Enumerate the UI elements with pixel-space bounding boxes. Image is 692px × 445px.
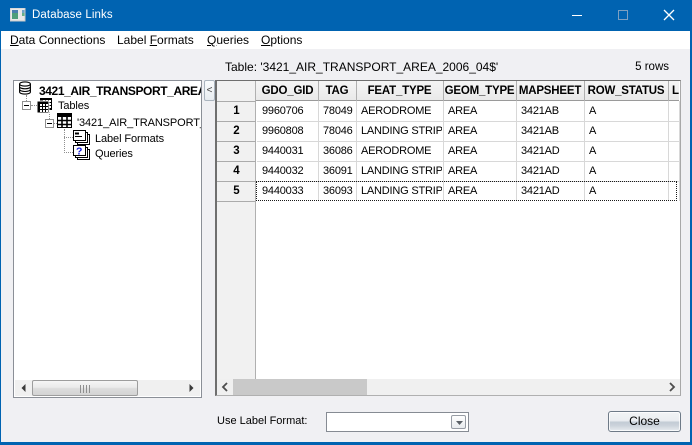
svg-text:?: ?	[76, 146, 82, 158]
